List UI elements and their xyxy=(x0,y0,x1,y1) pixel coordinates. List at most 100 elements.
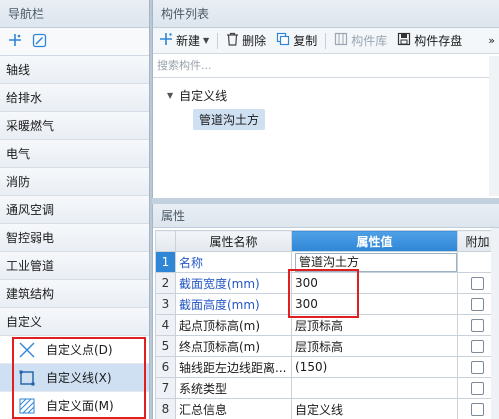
prop-value-cell[interactable]: 层顶标高 xyxy=(291,314,458,336)
component-list-scrollbar[interactable] xyxy=(489,56,499,196)
component-toolbar: 新建 ▼ 删除 复制 构件库 构件存盘 » xyxy=(153,28,499,54)
expand-triangle-icon[interactable]: ▼ xyxy=(167,91,173,100)
delete-button[interactable]: 删除 xyxy=(224,30,268,52)
add-checkbox[interactable] xyxy=(471,382,484,395)
row-number: 7 xyxy=(155,377,176,399)
new-button[interactable]: 新建 ▼ xyxy=(157,30,211,52)
add-checkbox[interactable] xyxy=(471,361,484,374)
table-row[interactable]: 4 起点顶标高(m) 层顶标高 xyxy=(155,314,498,336)
save-component-button[interactable]: 构件存盘 xyxy=(395,30,464,52)
prop-value-cell[interactable]: 300 xyxy=(291,272,458,294)
table-header-row: 属性名称 属性值 附加 xyxy=(155,230,498,252)
prop-name-cell: 截面高度(mm) xyxy=(175,293,292,315)
nav-list: 轴线 给排水 采暖燃气 电气 消防 通风空调 智控弱电 工业管道 建筑结构 自定… xyxy=(0,56,149,419)
prop-name-cell: 终点顶标高(m) xyxy=(175,335,292,357)
properties-scrollbar[interactable] xyxy=(491,228,499,419)
nav-item-industrial-pipe[interactable]: 工业管道 xyxy=(0,252,149,280)
table-row[interactable]: 5 终点顶标高(m) 层顶标高 xyxy=(155,335,498,357)
new-icon xyxy=(159,32,173,49)
copy-label: 复制 xyxy=(293,34,318,48)
prop-value-cell[interactable]: 自定义线 xyxy=(291,398,458,419)
prop-value-cell[interactable]: (150) xyxy=(291,356,458,378)
chevron-down-icon: ▼ xyxy=(203,36,210,45)
properties-table: 属性名称 属性值 附加 1 名称 管道沟土方 2 截面宽度(mm) 300 3 … xyxy=(155,230,498,419)
table-row[interactable]: 1 名称 管道沟土方 xyxy=(155,251,498,273)
prop-name-cell: 名称 xyxy=(175,251,292,273)
add-checkbox[interactable] xyxy=(471,403,484,416)
nav-item-heating[interactable]: 采暖燃气 xyxy=(0,112,149,140)
nav-item-hvac[interactable]: 通风空调 xyxy=(0,196,149,224)
copy-icon xyxy=(276,32,290,49)
edit-icon[interactable] xyxy=(32,33,47,51)
table-row[interactable]: 2 截面宽度(mm) 300 xyxy=(155,272,498,294)
nav-item-custom[interactable]: 自定义 xyxy=(0,308,149,336)
table-row[interactable]: 7 系统类型 xyxy=(155,377,498,399)
prop-name-cell: 系统类型 xyxy=(175,377,292,399)
prop-value-cell[interactable]: 300 xyxy=(291,293,458,315)
prop-name-cell: 起点顶标高(m) xyxy=(175,314,292,336)
search-bar xyxy=(153,54,499,78)
custom-point-label: 自定义点(D) xyxy=(46,343,113,357)
properties-panel: 属性 属性名称 属性值 附加 1 名称 管道沟土方 2 截面宽度(mm) 300… xyxy=(152,204,499,419)
add-sparkle-icon[interactable] xyxy=(8,33,22,50)
row-number: 5 xyxy=(155,335,176,357)
delete-label: 删除 xyxy=(242,34,267,48)
line-rect-icon xyxy=(18,369,36,387)
nav-subitem-custom-line[interactable]: 自定义线(X) xyxy=(0,364,149,392)
navigation-panel: 导航栏 轴线 给排水 采暖燃气 电气 消防 通风空调 智控弱电 工业管道 建筑结… xyxy=(0,0,150,419)
prop-value-cell[interactable] xyxy=(291,377,458,399)
nav-item-fire[interactable]: 消防 xyxy=(0,168,149,196)
search-input[interactable] xyxy=(157,59,499,72)
row-number: 1 xyxy=(155,251,176,273)
properties-title: 属性 xyxy=(153,204,499,228)
tree-leaf-pipe-trench[interactable]: 管道沟土方 xyxy=(193,109,266,130)
table-row[interactable]: 3 截面高度(mm) 300 xyxy=(155,293,498,315)
library-label: 构件库 xyxy=(351,34,388,48)
nav-item-axis[interactable]: 轴线 xyxy=(0,56,149,84)
row-number: 8 xyxy=(155,398,176,419)
nav-item-water[interactable]: 给排水 xyxy=(0,84,149,112)
prop-value-cell[interactable]: 层顶标高 xyxy=(291,335,458,357)
custom-line-label: 自定义线(X) xyxy=(46,371,112,385)
table-row[interactable]: 6 轴线距左边线距离... (150) xyxy=(155,356,498,378)
add-checkbox[interactable] xyxy=(471,298,484,311)
name-value-input[interactable]: 管道沟土方 xyxy=(295,252,457,272)
prop-name-cell: 截面宽度(mm) xyxy=(175,272,292,294)
row-number: 6 xyxy=(155,356,176,378)
save-disk-icon xyxy=(397,32,411,49)
trash-icon xyxy=(226,32,239,49)
save-component-label: 构件存盘 xyxy=(414,34,463,48)
header-num xyxy=(155,230,176,252)
row-number: 4 xyxy=(155,314,176,336)
component-list-title: 构件列表 xyxy=(153,0,499,28)
component-list-panel: 构件列表 新建 ▼ 删除 复制 构件库 构件存盘 » ▼ xyxy=(152,0,499,198)
prop-value-cell[interactable]: 管道沟土方 xyxy=(291,251,458,273)
library-icon xyxy=(334,32,348,49)
nav-item-weak-current[interactable]: 智控弱电 xyxy=(0,224,149,252)
row-number: 2 xyxy=(155,272,176,294)
nav-subitem-custom-point[interactable]: 自定义点(D) xyxy=(0,336,149,364)
copy-button[interactable]: 复制 xyxy=(274,30,319,52)
nav-subitem-custom-area[interactable]: 自定义面(M) xyxy=(0,392,149,419)
add-checkbox[interactable] xyxy=(471,277,484,290)
toolbar-overflow-button[interactable]: » xyxy=(488,34,499,47)
component-tree: ▼ 自定义线 管道沟土方 xyxy=(153,78,499,130)
nav-item-structure[interactable]: 建筑结构 xyxy=(0,280,149,308)
tree-node-label: 自定义线 xyxy=(179,88,228,103)
prop-name-cell: 轴线距左边线距离... xyxy=(175,356,292,378)
toolbar-divider xyxy=(217,32,219,49)
nav-item-electric[interactable]: 电气 xyxy=(0,140,149,168)
add-checkbox[interactable] xyxy=(471,319,484,332)
prop-name-cell: 汇总信息 xyxy=(175,398,292,419)
row-number: 3 xyxy=(155,293,176,315)
nav-toolbar xyxy=(0,28,149,56)
tree-node-custom-line[interactable]: ▼ 自定义线 xyxy=(153,84,499,106)
header-prop-value: 属性值 xyxy=(291,230,458,252)
new-label: 新建 xyxy=(176,34,201,48)
add-checkbox[interactable] xyxy=(471,340,484,353)
custom-area-label: 自定义面(M) xyxy=(46,399,114,413)
library-button[interactable]: 构件库 xyxy=(332,30,389,52)
table-row[interactable]: 8 汇总信息 自定义线 xyxy=(155,398,498,419)
header-prop-name: 属性名称 xyxy=(175,230,292,252)
point-cross-icon xyxy=(18,341,36,359)
